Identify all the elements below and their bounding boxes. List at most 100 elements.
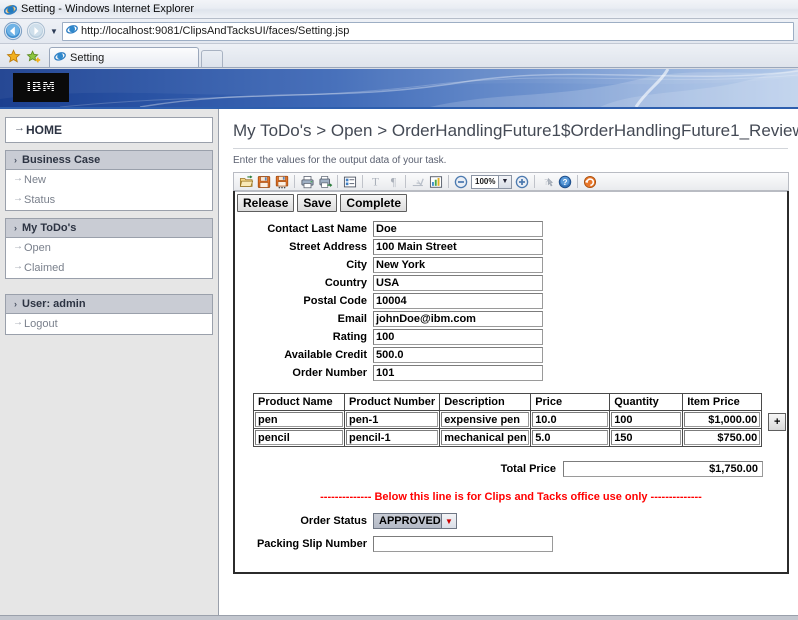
column-header-price: Price (530, 393, 611, 411)
cell-quantity: 100 (609, 410, 684, 429)
sidebar-item-open[interactable]: Open (6, 238, 212, 258)
zoom-in-icon[interactable] (513, 173, 531, 190)
contact-last-name-input[interactable]: Doe (373, 221, 543, 237)
chevron-down-icon[interactable]: ▼ (498, 175, 511, 188)
sidebar-item-label: Status (24, 194, 56, 206)
field-postal-code: Postal Code 10004 (243, 293, 779, 309)
sidebar-item-logout[interactable]: Logout (6, 314, 212, 334)
properties-icon[interactable] (341, 173, 359, 190)
rating-input[interactable]: 100 (373, 329, 543, 345)
packing-slip-label: Packing Slip Number (256, 538, 367, 550)
table-header-row: Product Name Product Number Description … (253, 393, 763, 411)
chevron-down-icon[interactable]: ▼ (48, 20, 60, 42)
field-label: Email (337, 313, 367, 325)
zoom-level-dropdown[interactable]: 100% ▼ (471, 174, 512, 189)
back-arrow-icon[interactable] (2, 20, 24, 42)
sidebar-item-home[interactable]: HOME (5, 117, 213, 143)
quantity-input[interactable]: 150 (611, 430, 682, 445)
forward-arrow-icon[interactable] (25, 20, 47, 42)
refresh-icon[interactable] (581, 173, 599, 190)
tab-label: Setting (70, 51, 105, 64)
field-country: Country USA (243, 275, 779, 291)
ie-page-icon (66, 23, 78, 40)
field-label: Contact Last Name (267, 223, 367, 235)
description-input[interactable]: mechanical pen (441, 430, 530, 445)
sidebar-group-user: › User: admin Logout (5, 294, 213, 335)
dropdown-arrow-icon[interactable]: ▼ (441, 514, 456, 528)
action-button-row: Release Save Complete (235, 191, 787, 215)
total-price-value[interactable]: $1,750.00 (563, 461, 763, 477)
new-tab-icon[interactable] (201, 50, 223, 67)
product-name-input[interactable]: pen (255, 412, 343, 427)
cell-price: 10.0 (530, 410, 611, 429)
tab-setting[interactable]: Setting (49, 47, 199, 67)
row-controls: + - (768, 413, 787, 431)
sidebar-group-business-case: › Business Case New Status (5, 150, 213, 211)
sidebar-group-header[interactable]: › Business Case (6, 151, 212, 170)
save-as-icon[interactable] (273, 173, 291, 190)
release-button[interactable]: Release (237, 194, 295, 212)
cell-quantity: 150 (609, 428, 684, 447)
sidebar-group-header[interactable]: › User: admin (6, 295, 212, 314)
ibm-logo: IBM (13, 73, 69, 102)
field-label: Street Address (289, 241, 367, 253)
address-url: http://localhost:9081/ClipsAndTacksUI/fa… (81, 25, 350, 37)
product-table-wrapper: Product Name Product Number Description … (253, 393, 787, 447)
cell-product-number: pen-1 (343, 410, 441, 429)
save-button[interactable]: Save (297, 194, 338, 212)
ie-logo-icon (4, 3, 17, 16)
price-input[interactable]: 10.0 (532, 412, 609, 427)
window-title: Setting - Windows Internet Explorer (21, 3, 195, 15)
sidebar-item-status[interactable]: Status (6, 190, 212, 210)
order-status-select[interactable]: APPROVED ▼ (373, 513, 457, 529)
order-status-row: Order Status APPROVED ▼ (243, 513, 779, 529)
product-number-input[interactable]: pen-1 (346, 412, 438, 427)
order-number-input[interactable]: 101 (373, 365, 543, 381)
description-input[interactable]: expensive pen (441, 412, 530, 427)
cell-product-name: pencil (253, 428, 345, 447)
sidebar-group-header[interactable]: › My ToDo's (6, 219, 212, 238)
price-input[interactable]: 5.0 (532, 430, 609, 445)
available-credit-input[interactable]: 500.0 (373, 347, 543, 363)
quantity-input[interactable]: 100 (611, 412, 682, 427)
sidebar-item-claimed[interactable]: Claimed (6, 258, 212, 278)
city-input[interactable]: New York (373, 257, 543, 273)
field-available-credit: Available Credit 500.0 (243, 347, 779, 363)
toolbar-separator (448, 175, 449, 188)
sidebar-item-label: New (24, 174, 47, 186)
tab-bar: Setting (0, 44, 798, 68)
cell-description: expensive pen (439, 410, 532, 429)
add-star-icon[interactable] (23, 45, 43, 67)
product-name-input[interactable]: pencil (255, 430, 343, 445)
column-header-description: Description (439, 393, 532, 411)
street-address-input[interactable]: 100 Main Street (373, 239, 543, 255)
complete-button[interactable]: Complete (340, 194, 408, 212)
sidebar-group-my-todos: › My ToDo's Open Claimed (5, 218, 213, 279)
item-price-input[interactable]: $750.00 (684, 430, 761, 445)
save-icon[interactable] (255, 173, 273, 190)
postal-code-input[interactable]: 10004 (373, 293, 543, 309)
sidebar-item-new[interactable]: New (6, 170, 212, 190)
task-form-panel: Release Save Complete Contact Last Name … (233, 191, 789, 574)
sidebar-item-label: Claimed (24, 262, 65, 274)
sidebar-user-label: User: admin (22, 298, 86, 310)
toolbar-separator (362, 175, 363, 188)
item-price-input[interactable]: $1,000.00 (684, 412, 761, 427)
packing-slip-input[interactable] (373, 536, 553, 552)
zoom-out-icon[interactable] (452, 173, 470, 190)
address-bar[interactable]: http://localhost:9081/ClipsAndTacksUI/fa… (62, 21, 794, 41)
product-number-input[interactable]: pencil-1 (346, 430, 438, 445)
country-input[interactable]: USA (373, 275, 543, 291)
svg-text:?: ? (563, 178, 568, 187)
star-icon[interactable] (3, 45, 23, 67)
cell-description: mechanical pen (439, 428, 532, 447)
svg-text:T: T (372, 177, 379, 188)
add-row-button[interactable]: + (768, 413, 787, 431)
print-icon[interactable] (298, 173, 316, 190)
print-preview-icon[interactable] (316, 173, 334, 190)
email-input[interactable]: johnDoe@ibm.com (373, 311, 543, 327)
help-icon[interactable]: ? (556, 173, 574, 190)
open-folder-icon[interactable] (237, 173, 255, 190)
order-status-label: Order Status (300, 515, 367, 527)
chart-icon[interactable] (427, 173, 445, 190)
